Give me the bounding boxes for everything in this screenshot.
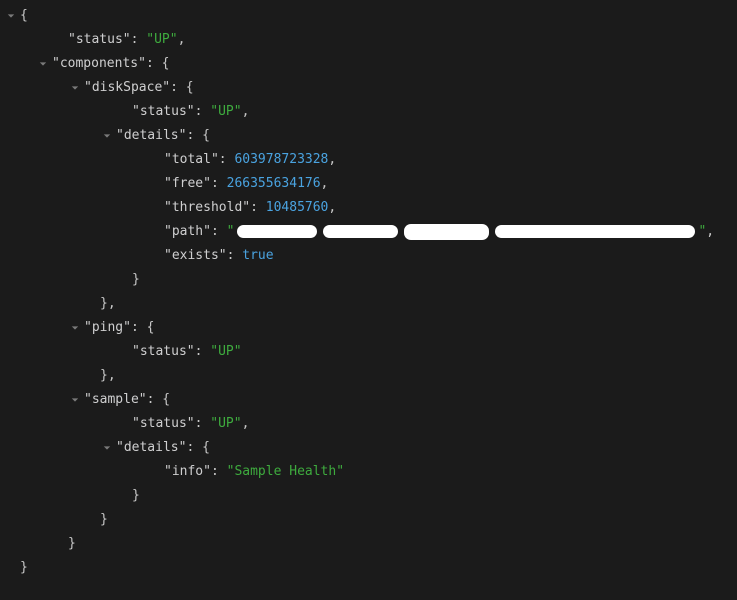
json-key: "diskSpace" bbox=[84, 76, 170, 100]
json-key: "path" bbox=[164, 220, 211, 244]
json-line: "status": "UP", bbox=[4, 28, 737, 52]
json-key: "status" bbox=[132, 340, 195, 364]
json-line: }, bbox=[4, 292, 737, 316]
json-string: "" bbox=[227, 220, 707, 244]
json-line: "status": "UP", bbox=[4, 412, 737, 436]
json-key: "threshold" bbox=[164, 196, 250, 220]
json-line: "info": "Sample Health" bbox=[4, 460, 737, 484]
json-key: "details" bbox=[116, 124, 186, 148]
brace-close: } bbox=[132, 268, 140, 292]
json-line: "path": "", bbox=[4, 220, 737, 244]
json-viewer: { "status": "UP", "components": { "diskS… bbox=[0, 0, 737, 584]
json-line: "components": { bbox=[4, 52, 737, 76]
chevron-down-icon[interactable] bbox=[68, 393, 82, 407]
json-key: "total" bbox=[164, 148, 219, 172]
brace-close: } bbox=[100, 364, 108, 388]
brace-close: } bbox=[132, 484, 140, 508]
json-boolean: true bbox=[242, 244, 273, 268]
json-key: "status" bbox=[68, 28, 131, 52]
json-number: 10485760 bbox=[266, 196, 329, 220]
json-key: "details" bbox=[116, 436, 186, 460]
json-line: "details": { bbox=[4, 124, 737, 148]
json-key: "free" bbox=[164, 172, 211, 196]
brace-open: { bbox=[20, 4, 28, 28]
json-line: { bbox=[4, 4, 737, 28]
json-line: "exists": true bbox=[4, 244, 737, 268]
json-line: "free": 266355634176, bbox=[4, 172, 737, 196]
brace-close: } bbox=[100, 508, 108, 532]
json-string: "UP" bbox=[146, 28, 177, 52]
redacted-value bbox=[237, 225, 317, 238]
json-key: "ping" bbox=[84, 316, 131, 340]
json-line: } bbox=[4, 532, 737, 556]
chevron-down-icon[interactable] bbox=[100, 129, 114, 143]
chevron-down-icon[interactable] bbox=[36, 57, 50, 71]
json-string: "UP" bbox=[210, 340, 241, 364]
json-line: } bbox=[4, 508, 737, 532]
json-line: }, bbox=[4, 364, 737, 388]
json-line: } bbox=[4, 484, 737, 508]
json-key: "sample" bbox=[84, 388, 147, 412]
json-string: "UP" bbox=[210, 100, 241, 124]
brace-close: } bbox=[68, 532, 76, 556]
json-number: 266355634176 bbox=[227, 172, 321, 196]
json-line: "diskSpace": { bbox=[4, 76, 737, 100]
json-key: "status" bbox=[132, 412, 195, 436]
json-line: "status": "UP" bbox=[4, 340, 737, 364]
json-key: "exists" bbox=[164, 244, 227, 268]
json-line: "sample": { bbox=[4, 388, 737, 412]
chevron-down-icon[interactable] bbox=[4, 9, 18, 23]
json-key: "info" bbox=[164, 460, 211, 484]
json-key: "components" bbox=[52, 52, 146, 76]
json-line: "details": { bbox=[4, 436, 737, 460]
json-line: } bbox=[4, 556, 737, 580]
json-line: } bbox=[4, 268, 737, 292]
json-string: "UP" bbox=[210, 412, 241, 436]
json-line: "ping": { bbox=[4, 316, 737, 340]
json-line: "status": "UP", bbox=[4, 100, 737, 124]
json-line: "threshold": 10485760, bbox=[4, 196, 737, 220]
chevron-down-icon[interactable] bbox=[100, 441, 114, 455]
brace-close: } bbox=[100, 292, 108, 316]
json-number: 603978723328 bbox=[234, 148, 328, 172]
json-line: "total": 603978723328, bbox=[4, 148, 737, 172]
json-key: "status" bbox=[132, 100, 195, 124]
chevron-down-icon[interactable] bbox=[68, 321, 82, 335]
json-string: "Sample Health" bbox=[227, 460, 344, 484]
brace-close: } bbox=[20, 556, 28, 580]
chevron-down-icon[interactable] bbox=[68, 81, 82, 95]
